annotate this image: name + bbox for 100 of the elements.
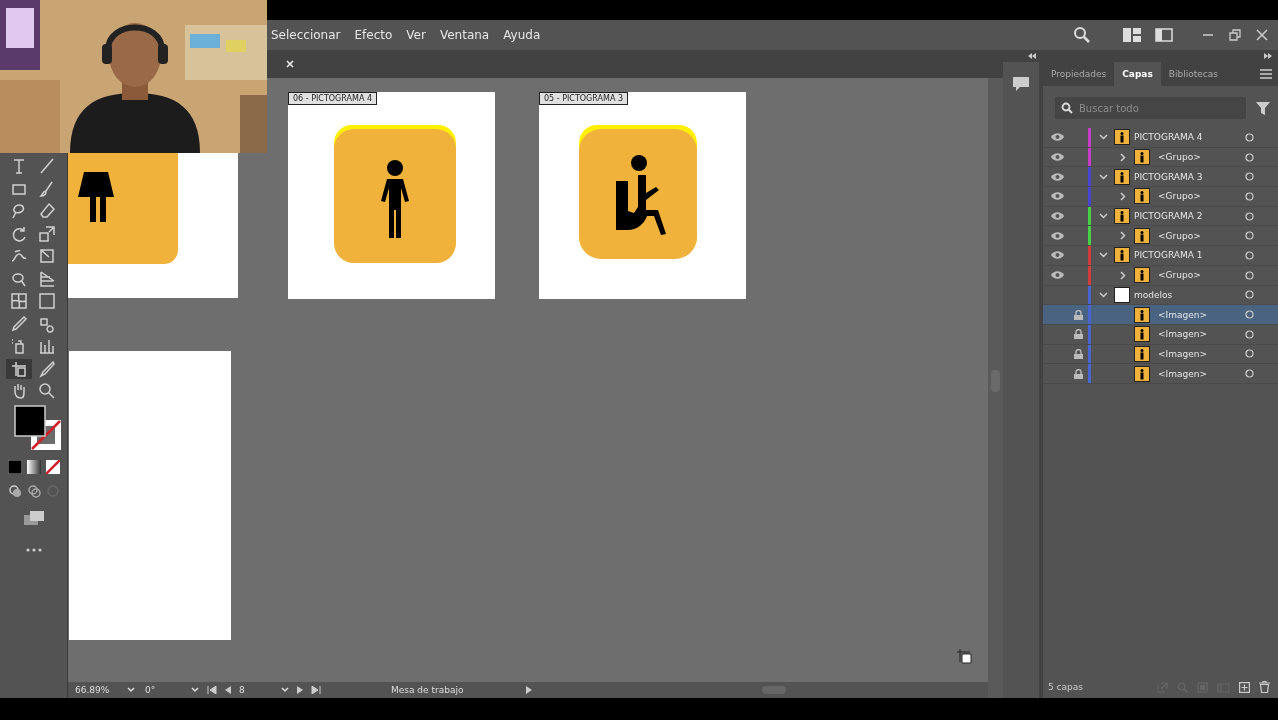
gradient-swatch-icon[interactable] <box>26 460 41 474</box>
layer-name: <Imagen> <box>1158 329 1207 340</box>
target-circle-icon[interactable] <box>1245 231 1254 241</box>
collapse-icon[interactable] <box>1028 53 1036 59</box>
eye-icon[interactable] <box>1050 231 1064 240</box>
last-artboard-icon[interactable] <box>311 686 321 694</box>
chevron-right-icon[interactable] <box>1120 270 1126 280</box>
workspace-layout-icon[interactable] <box>1123 28 1141 42</box>
menu-icon[interactable] <box>1260 69 1272 79</box>
trash-icon[interactable] <box>1259 681 1270 693</box>
chevron-down-icon[interactable] <box>1098 134 1108 141</box>
lock-icon[interactable] <box>1073 309 1083 320</box>
search-field[interactable]: Buscar todo <box>1055 97 1246 119</box>
eye-icon[interactable] <box>1050 271 1064 280</box>
add-icon[interactable] <box>1239 681 1250 693</box>
target-circle-icon[interactable] <box>1245 349 1254 359</box>
none-swatch-icon[interactable] <box>45 460 60 474</box>
target-circle-icon[interactable] <box>1245 250 1254 260</box>
target-circle-icon[interactable] <box>1245 152 1254 162</box>
draw-mode-icon[interactable] <box>7 484 22 498</box>
menu-item[interactable]: Seleccionar <box>271 28 341 42</box>
rotation-field[interactable]: 0° <box>145 685 185 695</box>
mesh-tool-icon[interactable] <box>8 291 29 311</box>
close-icon[interactable] <box>1256 29 1268 41</box>
window-layout-icon[interactable] <box>1155 28 1173 42</box>
artboard-label: 06 - PICTOGRAMA 4 <box>288 92 378 105</box>
target-circle-icon[interactable] <box>1245 329 1254 339</box>
caret-icon[interactable] <box>281 687 289 693</box>
eye-icon[interactable] <box>1050 172 1064 181</box>
search-icon[interactable] <box>1073 26 1091 44</box>
lock-icon[interactable] <box>1073 348 1083 359</box>
target-circle-icon[interactable] <box>1245 310 1254 320</box>
layer-name: <Imagen> <box>1158 368 1207 379</box>
comment-icon[interactable] <box>1012 76 1030 92</box>
target-circle-icon[interactable] <box>1245 369 1254 379</box>
menu-item[interactable]: Ayuda <box>503 28 541 42</box>
target-circle-icon[interactable] <box>1245 211 1254 221</box>
draw-mode-icon[interactable] <box>26 484 41 498</box>
layer-row[interactable]: <Imagen> <box>1043 305 1278 325</box>
eye-icon[interactable] <box>1050 251 1064 260</box>
fill-stroke-icon[interactable] <box>12 404 63 450</box>
caret-icon[interactable] <box>127 687 135 693</box>
chevron-right-icon[interactable] <box>1120 191 1126 201</box>
pictogram-thumbnail <box>1134 306 1150 323</box>
target-circle-icon[interactable] <box>1245 172 1254 182</box>
eye-icon[interactable] <box>1050 192 1064 201</box>
chevron-down-icon[interactable] <box>1098 291 1108 298</box>
chevron-right-icon[interactable] <box>1120 152 1126 162</box>
previous-artboard-icon[interactable] <box>225 686 231 694</box>
layer-row[interactable]: <Grupo> <box>1043 265 1278 286</box>
eye-icon[interactable] <box>1050 133 1064 142</box>
target-circle-icon[interactable] <box>1245 270 1254 280</box>
layer-row[interactable]: PICTOGRAMA 3 <box>1043 167 1278 188</box>
pictogram-thumbnail <box>1134 149 1150 166</box>
chevron-right-icon[interactable] <box>1120 231 1126 241</box>
layer-name: <Grupo> <box>1158 230 1201 241</box>
menu-item[interactable]: Ventana <box>439 28 490 42</box>
eye-icon[interactable] <box>1050 153 1064 162</box>
caret-icon[interactable] <box>191 687 199 693</box>
scale-tool-icon[interactable] <box>36 223 57 244</box>
eye-icon[interactable] <box>1050 212 1064 221</box>
restore-icon[interactable] <box>1229 29 1241 41</box>
color-swatch-icon[interactable] <box>7 460 22 474</box>
filter-icon[interactable] <box>1256 101 1270 115</box>
layer-row[interactable]: <Imagen> <box>1043 324 1278 345</box>
vertical-scrollbar[interactable] <box>988 78 1003 698</box>
layer-name: <Grupo> <box>1158 152 1201 163</box>
chevron-down-icon[interactable] <box>1098 252 1108 259</box>
layer-row[interactable]: <Grupo> <box>1043 187 1278 207</box>
layer-row[interactable]: PICTOGRAMA 1 <box>1043 246 1278 266</box>
zoom-field[interactable]: 66.89% <box>75 685 121 695</box>
layer-row[interactable]: PICTOGRAMA 2 <box>1043 206 1278 227</box>
menu-item[interactable]: Ver <box>406 28 426 42</box>
panel-tab[interactable]: Propiedades <box>1043 62 1115 86</box>
pictogram-thumbnail <box>1114 208 1130 225</box>
layer-row[interactable]: <Grupo> <box>1043 147 1278 168</box>
target-circle-icon[interactable] <box>1245 290 1254 300</box>
target-circle-icon[interactable] <box>1245 132 1254 142</box>
artboard-number-field[interactable]: 8 <box>239 685 275 695</box>
screen-mode-icon[interactable] <box>22 510 45 526</box>
panel-tab[interactable]: Bibliotecas <box>1160 62 1226 86</box>
lock-icon[interactable] <box>1073 329 1083 340</box>
panel-tab[interactable]: Capas <box>1114 62 1161 86</box>
layer-name: <Imagen> <box>1158 348 1207 359</box>
zoom-tool-icon[interactable] <box>36 381 57 401</box>
chevron-down-icon[interactable] <box>1098 173 1108 180</box>
first-artboard-icon[interactable] <box>207 686 217 694</box>
target-circle-icon[interactable] <box>1245 191 1254 201</box>
expand-icon[interactable] <box>1264 53 1272 59</box>
play-icon[interactable] <box>526 686 532 694</box>
layer-row[interactable]: <Imagen> <box>1043 364 1278 384</box>
more-tools-icon[interactable] <box>25 548 42 552</box>
chevron-down-icon[interactable] <box>1098 213 1108 220</box>
next-artboard-icon[interactable] <box>297 686 303 694</box>
layer-row[interactable]: PICTOGRAMA 4 <box>1043 128 1278 148</box>
menu-item[interactable]: Efecto <box>354 28 393 42</box>
layer-row[interactable]: <Grupo> <box>1043 226 1278 247</box>
artboard-label: 05 - PICTOGRAMA 3 <box>539 92 629 105</box>
layer-row[interactable]: <Imagen> <box>1043 344 1278 365</box>
lock-icon[interactable] <box>1073 368 1083 379</box>
